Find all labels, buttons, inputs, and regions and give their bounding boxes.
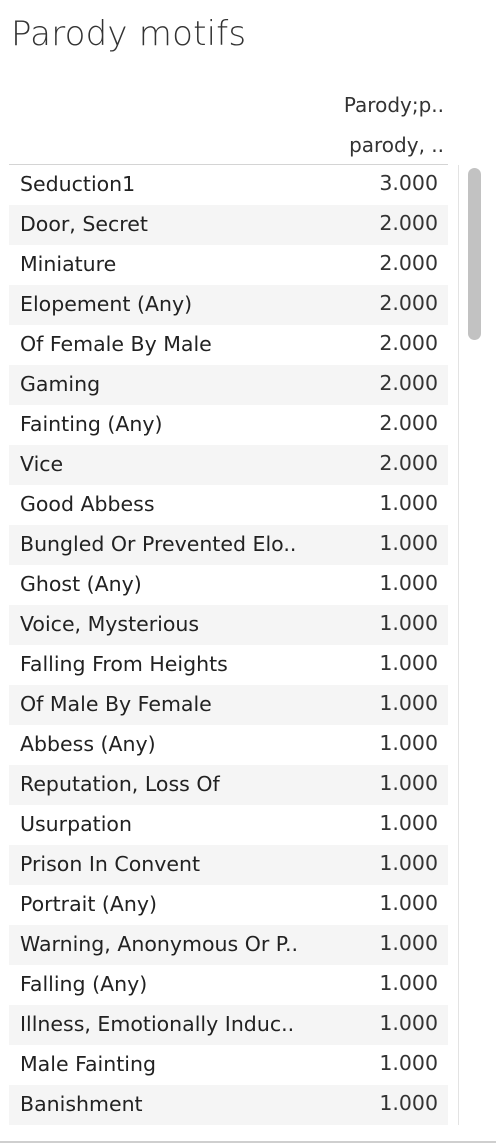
row-label: Abbess (Any) <box>20 732 156 756</box>
row-value: 2.000 <box>379 251 438 275</box>
row-label: Good Abbess <box>20 492 155 516</box>
row-value: 2.000 <box>379 331 438 355</box>
row-value: 1.000 <box>379 891 438 915</box>
page-title: Parody motifs <box>11 14 247 54</box>
row-label: Ghost (Any) <box>20 572 142 596</box>
row-value: 1.000 <box>379 571 438 595</box>
column-header-line1[interactable]: Parody;p.. <box>344 93 444 117</box>
row-value: 1.000 <box>379 531 438 555</box>
row-label: Vice <box>20 452 64 476</box>
row-label: Voice, Mysterious <box>20 612 200 636</box>
row-value: 2.000 <box>379 291 438 315</box>
row-value: 1.000 <box>379 1011 438 1035</box>
row-label: Warning, Anonymous Or P.. <box>20 932 298 956</box>
row-label: Bungled Or Prevented Elo.. <box>20 532 297 556</box>
row-value: 2.000 <box>379 371 438 395</box>
row-value: 1.000 <box>379 771 438 795</box>
row-label: Door, Secret <box>20 212 148 236</box>
row-label: Miniature <box>20 252 117 276</box>
row-label: Banishment <box>20 1092 143 1116</box>
scrollbar-divider <box>458 165 459 1125</box>
table-row[interactable]: Illness, Emotionally Induc.. 1.000 <box>9 1005 448 1045</box>
row-label: Gaming <box>20 372 101 396</box>
row-value: 1.000 <box>379 811 438 835</box>
bottom-divider <box>0 1141 496 1143</box>
table-row[interactable]: Miniature 2.000 <box>9 245 448 285</box>
row-label: Elopement (Any) <box>20 292 193 316</box>
table-row[interactable]: Voice, Mysterious 1.000 <box>9 605 448 645</box>
table-body: Seduction1 3.000 Door, Secret 2.000 Miniatur… <box>9 165 448 1125</box>
table-row[interactable]: Gaming 2.000 <box>9 365 448 405</box>
table-row[interactable]: Falling (Any) 1.000 <box>9 965 448 1005</box>
table-row[interactable]: Falling From Heights 1.000 <box>9 645 448 685</box>
table-row[interactable]: Abbess (Any) 1.000 <box>9 725 448 765</box>
row-value: 1.000 <box>379 931 438 955</box>
row-value: 1.000 <box>379 851 438 875</box>
table-row[interactable]: Elopement (Any) 2.000 <box>9 285 448 325</box>
row-label: Male Fainting <box>20 1052 156 1076</box>
row-value: 1.000 <box>379 611 438 635</box>
column-header-line2[interactable]: parody, .. <box>349 133 444 157</box>
row-value: 1.000 <box>379 731 438 755</box>
table-row[interactable]: Fainting (Any) 2.000 <box>9 405 448 445</box>
table-row[interactable]: Ghost (Any) 1.000 <box>9 565 448 605</box>
row-label: Falling From Heights <box>20 652 228 676</box>
row-value: 2.000 <box>379 451 438 475</box>
table-row[interactable]: Usurpation 1.000 <box>9 805 448 845</box>
table-row[interactable]: Bungled Or Prevented Elo.. 1.000 <box>9 525 448 565</box>
row-value: 1.000 <box>379 491 438 515</box>
table-row[interactable]: Good Abbess 1.000 <box>9 485 448 525</box>
row-label: Fainting (Any) <box>20 412 163 436</box>
row-label: Usurpation <box>20 812 132 836</box>
table-row[interactable]: Portrait (Any) 1.000 <box>9 885 448 925</box>
row-label: Illness, Emotionally Induc.. <box>20 1012 295 1036</box>
row-label: Seduction1 <box>20 172 136 196</box>
table-row[interactable]: Warning, Anonymous Or P.. 1.000 <box>9 925 448 965</box>
row-label: Falling (Any) <box>20 972 148 996</box>
row-label: Prison In Convent <box>20 852 201 876</box>
row-label: Of Female By Male <box>20 332 212 356</box>
row-value: 1.000 <box>379 971 438 995</box>
row-value: 1.000 <box>379 1051 438 1075</box>
row-label: Of Male By Female <box>20 692 212 716</box>
table-row[interactable]: Vice 2.000 <box>9 445 448 485</box>
row-value: 2.000 <box>379 411 438 435</box>
row-value: 1.000 <box>379 1091 438 1115</box>
vertical-scrollbar[interactable] <box>458 165 492 1125</box>
row-label: Reputation, Loss Of <box>20 772 220 796</box>
row-label: Portrait (Any) <box>20 892 158 916</box>
row-value: 1.000 <box>379 691 438 715</box>
table-row[interactable]: Prison In Convent 1.000 <box>9 845 448 885</box>
row-value: 2.000 <box>379 211 438 235</box>
table-row[interactable]: Seduction1 3.000 <box>9 165 448 205</box>
row-value: 1.000 <box>379 651 438 675</box>
table-row[interactable]: Banishment 1.000 <box>9 1085 448 1125</box>
scrollbar-thumb[interactable] <box>468 168 481 340</box>
table-row[interactable]: Door, Secret 2.000 <box>9 205 448 245</box>
table-row[interactable]: Male Fainting 1.000 <box>9 1045 448 1085</box>
table-row[interactable]: Of Female By Male 2.000 <box>9 325 448 365</box>
table-row[interactable]: Reputation, Loss Of 1.000 <box>9 765 448 805</box>
table-row[interactable]: Of Male By Female 1.000 <box>9 685 448 725</box>
row-value: 3.000 <box>379 171 438 195</box>
